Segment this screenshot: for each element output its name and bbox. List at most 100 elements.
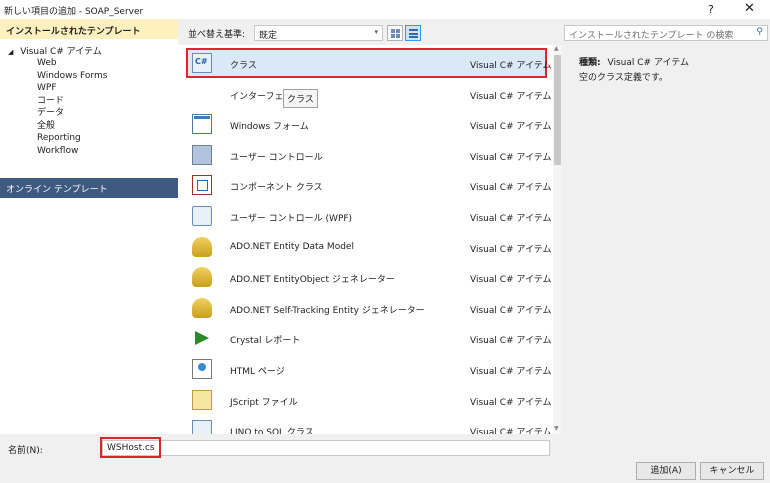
template-type: Visual C# アイテム [470, 367, 552, 377]
grid-view-icon [391, 29, 400, 38]
template-type: Visual C# アイテム [470, 91, 552, 102]
template-name: LINQ to SQL クラス [230, 428, 314, 434]
database-icon [192, 267, 212, 288]
name-label: 名前(N): [8, 446, 43, 456]
template-name: ADO.NET EntityObject ジェネレーター [230, 275, 395, 286]
search-placeholder: インストールされたテンプレート の検索 [569, 31, 734, 41]
template-type: Visual C# アイテム [470, 214, 552, 224]
template-name: クラス [230, 61, 257, 71]
close-button[interactable]: ✕ [744, 1, 755, 16]
template-name: ADO.NET Self-Tracking Entity ジェネレーター [230, 305, 425, 316]
scroll-down-arrow-icon[interactable]: ▼ [554, 425, 559, 432]
wpf-user-control-icon [192, 206, 212, 226]
tree-item[interactable]: データ [37, 107, 107, 120]
interface-icon [192, 83, 212, 104]
details-pane: インストールされたテンプレート の検索 ⚲ 種類: Visual C# アイテム… [562, 19, 770, 434]
name-input[interactable]: WSHost.cs [102, 440, 550, 456]
template-name: HTML ページ [230, 367, 285, 377]
scrollbar-thumb[interactable] [554, 55, 561, 165]
tree-item-label: Visual C# アイテム [20, 47, 102, 57]
small-icons-view-button[interactable] [387, 25, 403, 41]
online-templates-item[interactable]: オンライン テンプレート [0, 178, 178, 198]
template-list: クラスVisual C# アイテムインターフェイスVisual C# アイテムW… [178, 45, 562, 434]
list-scrollbar[interactable]: ▲ ▼ [553, 45, 562, 434]
list-view-icon [409, 29, 418, 38]
template-name: Windows フォーム [230, 122, 309, 133]
template-item[interactable]: インターフェイス Visual C# アイテム [186, 79, 552, 109]
template-search-input[interactable]: インストールされたテンプレート の検索 ⚲ [564, 25, 768, 41]
template-item[interactable]: ADO.NET Self-Tracking Entity ジェネレーター Visu… [186, 293, 552, 323]
template-type: Visual C# アイテム [470, 397, 552, 408]
scroll-up-arrow-icon[interactable]: ▲ [554, 45, 559, 52]
template-item[interactable]: コンポーネント クラス Visual C# アイテム [186, 170, 552, 200]
database-icon [192, 297, 212, 318]
template-item[interactable]: JScript ファイル Visual C# アイテム [186, 385, 552, 415]
template-details: 種類: Visual C# アイテム 空のクラス定義です。 [579, 55, 689, 85]
template-type: Visual C# アイテム [470, 152, 552, 163]
template-name: JScript ファイル [230, 397, 298, 408]
bottom-bar: 名前(N): WSHost.cs 追加(A) キャンセル [0, 434, 770, 483]
template-item[interactable]: Windows フォーム Visual C# アイテム [186, 109, 552, 139]
tree-item[interactable]: WPF [37, 82, 107, 95]
template-type: Visual C# アイテム [470, 275, 552, 286]
chevron-down-icon: ▾ [374, 28, 378, 36]
installed-templates-header[interactable]: インストールされたテンプレート [0, 19, 178, 39]
template-list-pane: 並べ替え基準: 既定 ▾ クラスVisual C# アイテムインターフェイスVi… [178, 19, 562, 434]
template-type: Visual C# アイテム [470, 61, 552, 71]
tree-item-visual-csharp[interactable]: ◢ Visual C# アイテム [8, 44, 102, 57]
sort-dropdown[interactable]: 既定 ▾ [254, 25, 383, 41]
template-name: コンポーネント クラス [230, 183, 323, 194]
template-type: Visual C# アイテム [470, 428, 552, 434]
html-page-icon [192, 359, 212, 379]
template-item[interactable]: ADO.NET EntityObject ジェネレーター Visual C# アイ… [186, 262, 552, 292]
tree-item[interactable]: コード [37, 95, 107, 108]
template-name: ADO.NET Entity Data Model [230, 241, 354, 252]
windows-form-icon [192, 114, 212, 135]
template-type: Visual C# アイテム [470, 305, 552, 316]
template-type: Visual C# アイテム [470, 244, 552, 255]
search-icon[interactable]: ⚲ [756, 27, 763, 37]
title-bar: 新しい項目の追加 - SOAP_Server ? ✕ [0, 0, 770, 19]
template-description: 空のクラス定義です。 [579, 73, 668, 83]
sort-value: 既定 [259, 31, 278, 41]
template-name: ユーザー コントロール [230, 152, 323, 163]
add-button[interactable]: 追加(A) [636, 462, 696, 480]
type-label: 種類: [579, 58, 601, 68]
template-item[interactable]: HTML ページ Visual C# アイテム [186, 354, 552, 384]
template-item[interactable]: ユーザー コントロール Visual C# アイテム [186, 140, 552, 170]
linq-icon [192, 420, 212, 434]
tooltip: クラス [283, 89, 318, 108]
class-icon [192, 53, 212, 73]
cancel-button[interactable]: キャンセル [700, 462, 764, 480]
template-name: Crystal レポート [230, 336, 301, 347]
user-control-icon [192, 144, 212, 165]
template-type: Visual C# アイテム [470, 183, 552, 194]
template-item[interactable]: ユーザー コントロール (WPF) Visual C# アイテム [186, 201, 552, 231]
template-item-selected[interactable]: クラス Visual C# アイテム [186, 48, 552, 78]
template-name: ユーザー コントロール (WPF) [230, 214, 353, 224]
tree-item[interactable]: Web [37, 57, 107, 70]
list-toolbar: 並べ替え基準: 既定 ▾ [178, 19, 562, 45]
crystal-report-icon [192, 328, 212, 348]
expand-arrow-icon[interactable]: ◢ [8, 48, 13, 56]
template-type: Visual C# アイテム [470, 122, 552, 133]
template-item[interactable]: LINQ to SQL クラス Visual C# アイテム [186, 415, 552, 434]
template-categories-pane: インストールされたテンプレート ◢ Visual C# アイテム Web Wind… [0, 19, 178, 434]
database-icon [192, 236, 212, 257]
list-view-button[interactable] [405, 25, 421, 41]
tree-item[interactable]: Workflow [37, 145, 107, 158]
tree-item[interactable]: Reporting [37, 132, 107, 145]
help-button[interactable]: ? [708, 3, 714, 16]
tree-item[interactable]: 全般 [37, 120, 107, 133]
template-item[interactable]: ADO.NET Entity Data Model Visual C# アイテム [186, 232, 552, 262]
name-highlight-box [100, 437, 161, 458]
template-type: Visual C# アイテム [470, 336, 552, 347]
sort-label: 並べ替え基準: [188, 30, 246, 40]
type-value: Visual C# アイテム [607, 58, 689, 68]
template-item[interactable]: Crystal レポート Visual C# アイテム [186, 323, 552, 353]
tree-item[interactable]: Windows Forms [37, 70, 107, 83]
jscript-icon [192, 389, 212, 410]
component-icon [192, 175, 212, 196]
window-title: 新しい項目の追加 - SOAP_Server [4, 7, 144, 17]
tree-children: Web Windows Forms WPF コード データ 全般 Reporting Work… [37, 57, 107, 157]
